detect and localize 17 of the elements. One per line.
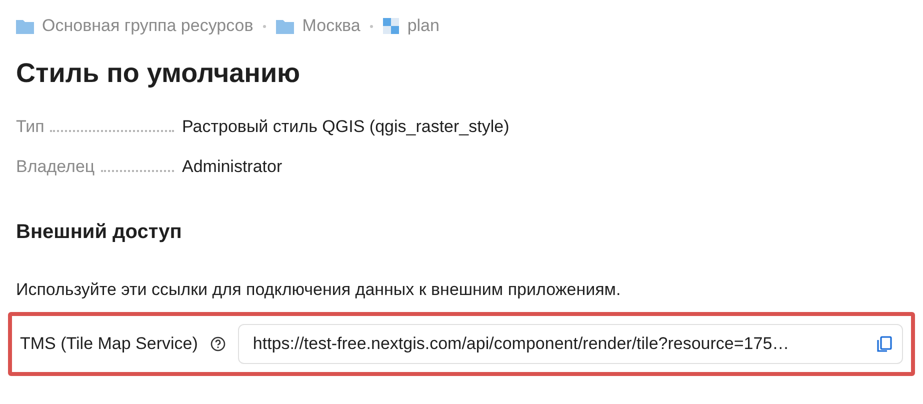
property-value: Administrator bbox=[182, 157, 284, 177]
folder-icon bbox=[276, 18, 294, 34]
section-description: Используйте эти ссылки для подключения данных к внешним приложениям. bbox=[16, 280, 622, 300]
help-icon[interactable] bbox=[210, 336, 226, 352]
breadcrumb-link[interactable]: plan bbox=[407, 16, 440, 36]
raster-icon bbox=[383, 18, 400, 34]
url-field[interactable]: https://test-free.nextgis.com/api/component/render/tile?resource=175… bbox=[238, 324, 903, 364]
copy-button[interactable] bbox=[877, 336, 892, 352]
breadcrumb-link[interactable]: Москва bbox=[302, 16, 360, 36]
property-label: Владелец bbox=[16, 157, 95, 177]
page-title: Стиль по умолчанию bbox=[16, 58, 302, 89]
breadcrumb-link[interactable]: Основная группа ресурсов bbox=[42, 16, 254, 36]
folder-icon bbox=[16, 18, 34, 34]
link-label: TMS (Tile Map Service) bbox=[20, 334, 198, 354]
property-value: Растровый стиль QGIS (qgis_raster_style) bbox=[182, 117, 510, 137]
property-label: Тип bbox=[16, 117, 44, 137]
section-heading: Внешний доступ bbox=[16, 221, 183, 244]
